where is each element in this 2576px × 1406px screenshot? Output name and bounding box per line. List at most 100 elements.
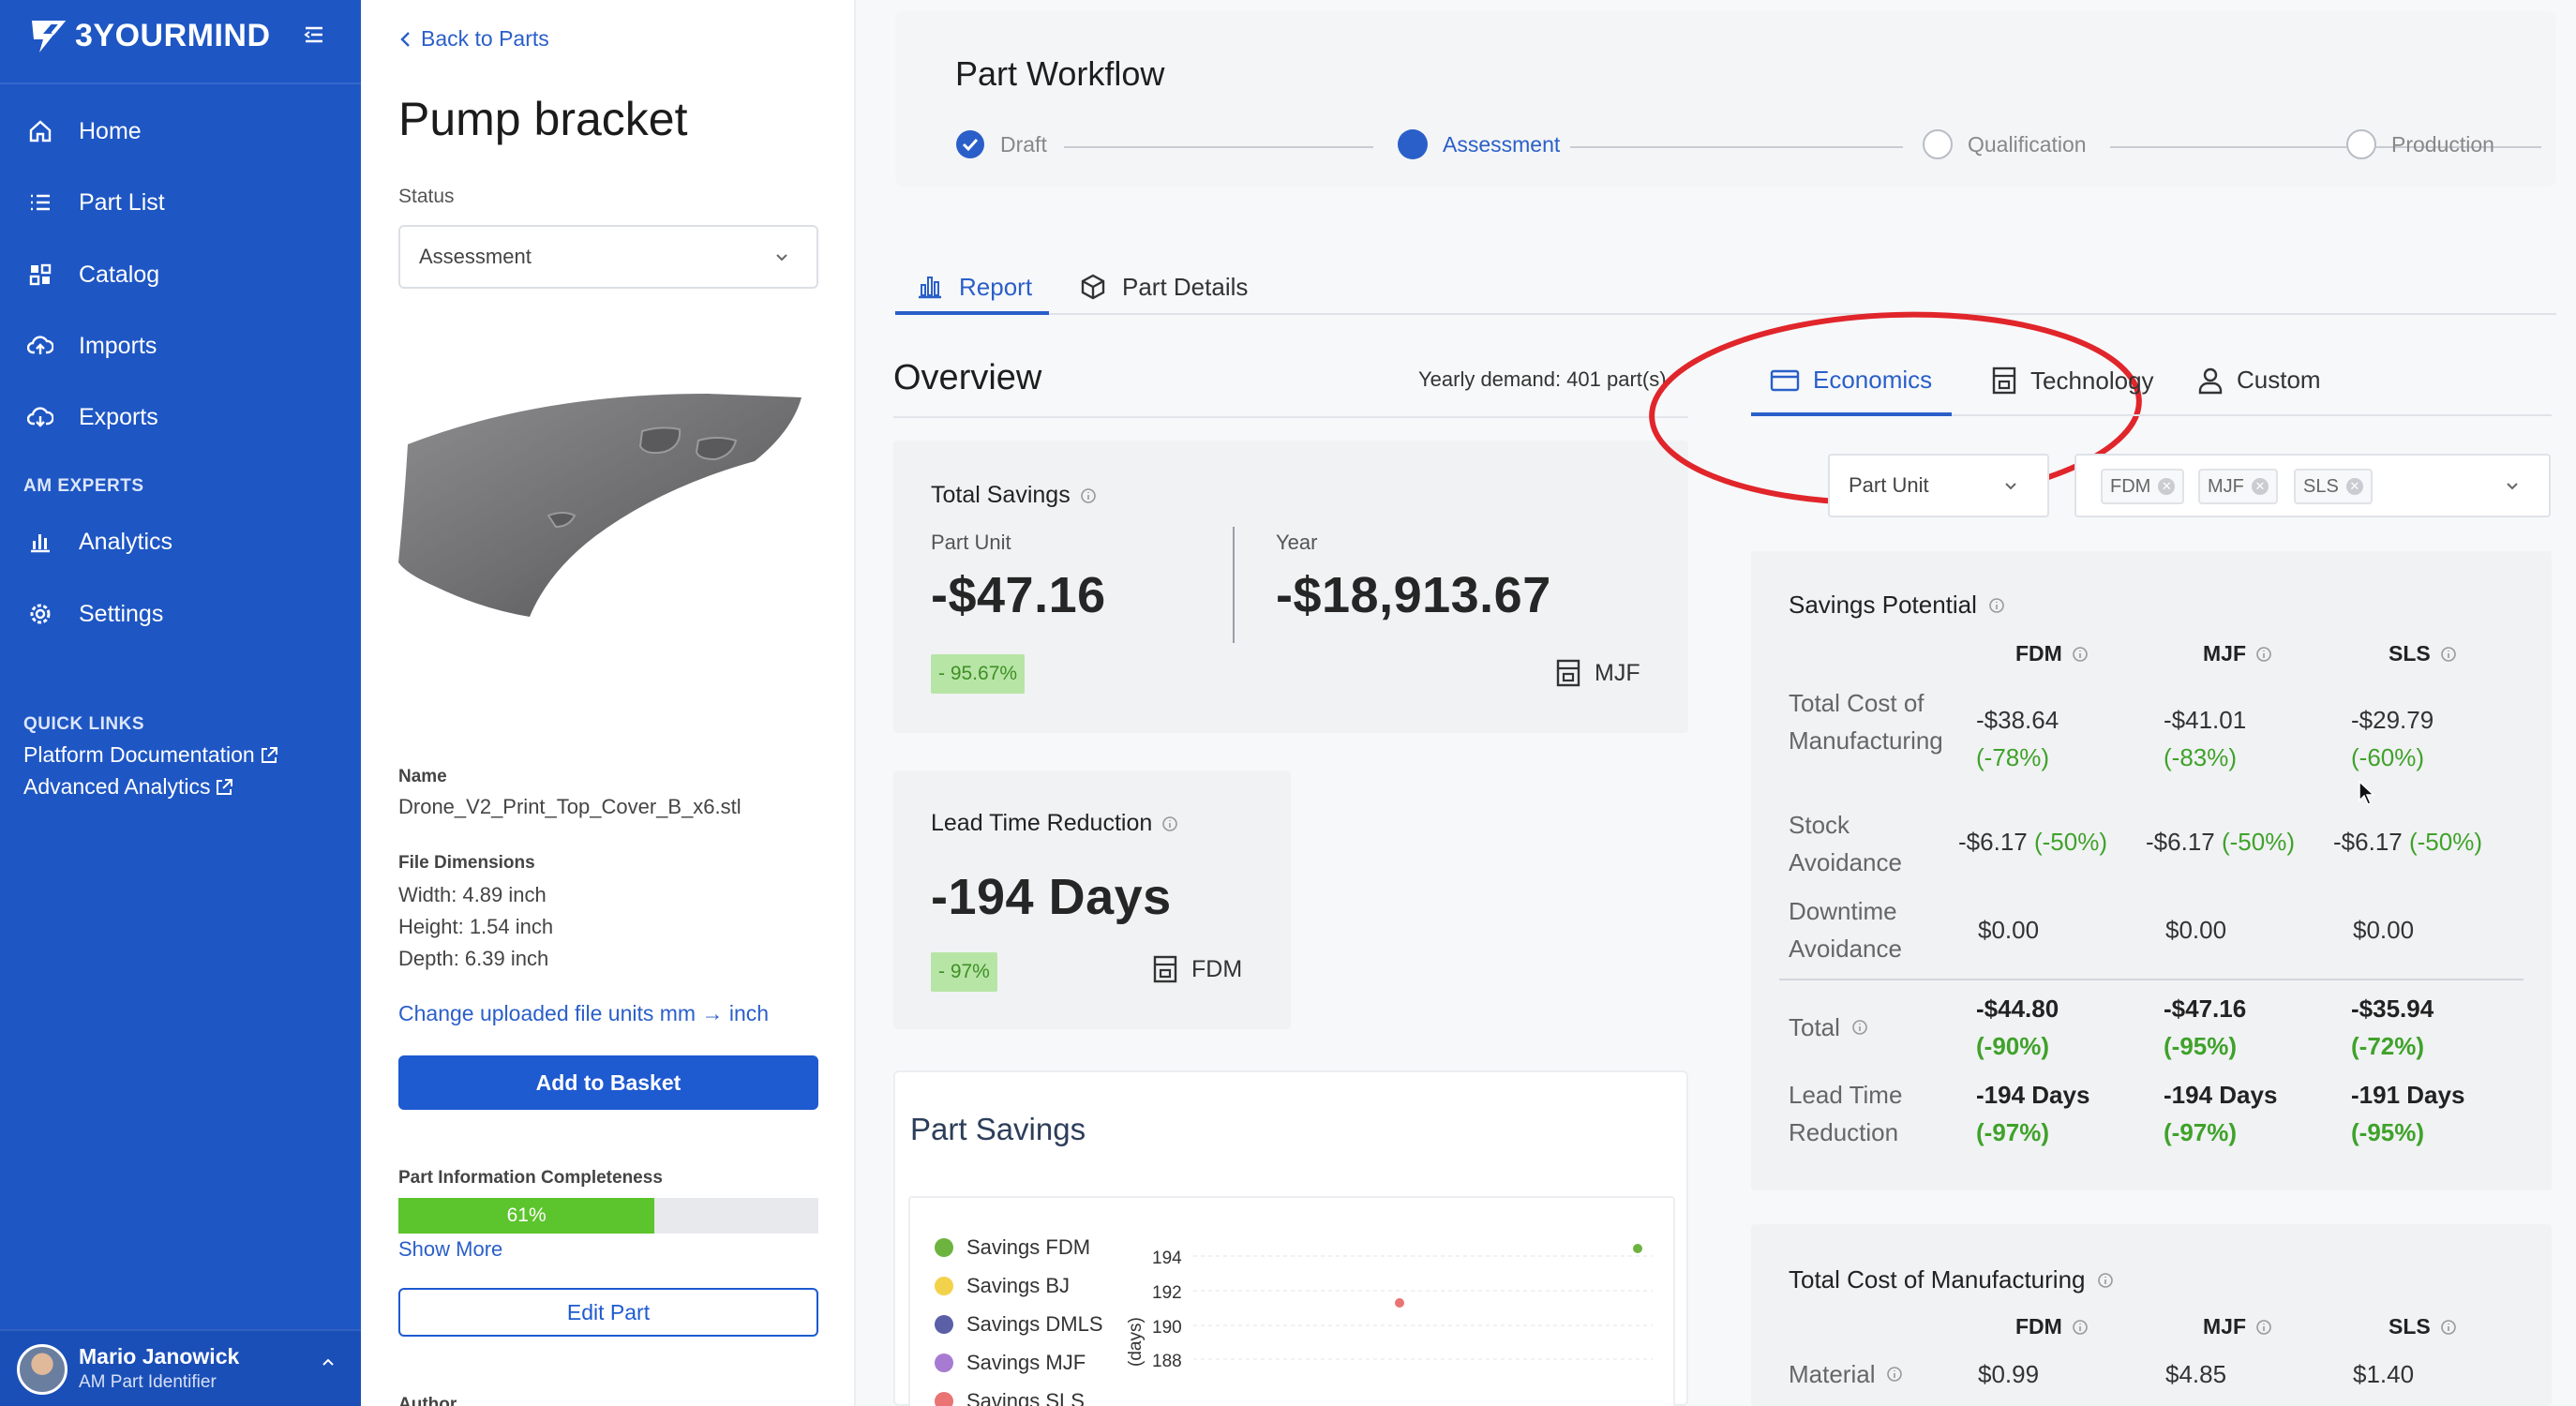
- workflow-card: Part Workflow Draft Assessment Qualifica…: [895, 11, 2556, 187]
- cell-total-sls: -$35.94 (-72%): [2351, 990, 2434, 1065]
- y-axis-label: (days): [1128, 1317, 1146, 1367]
- info-icon[interactable]: [2440, 1319, 2457, 1336]
- quick-link-label: Advanced Analytics: [23, 774, 211, 799]
- column-header-label: SLS: [2389, 641, 2431, 666]
- unit-select[interactable]: Part Unit: [1828, 454, 2049, 517]
- chip-fdm[interactable]: FDM ✕: [2101, 469, 2185, 504]
- sidebar-item-home[interactable]: Home: [26, 111, 142, 152]
- tab-technology[interactable]: Technology: [1991, 366, 2154, 396]
- sidebar-item-part-list[interactable]: Part List: [26, 182, 165, 223]
- workflow-step-qualification[interactable]: Qualification: [1923, 129, 2087, 159]
- chevron-up-icon: [322, 1358, 334, 1366]
- info-icon[interactable]: [1886, 1366, 1903, 1383]
- cell-value: -$35.94: [2351, 995, 2434, 1023]
- cell-total-mjf: -$47.16 (-95%): [2164, 990, 2246, 1065]
- tab-part-details[interactable]: Part Details: [1079, 266, 1248, 307]
- data-point-fdm[interactable]: [1633, 1244, 1642, 1253]
- section-label-quick-links: QUICK LINKS: [23, 714, 144, 734]
- sidebar-item-settings[interactable]: Settings: [26, 593, 163, 635]
- column-header-label: FDM: [2015, 641, 2062, 666]
- author-label: Author: [398, 1395, 457, 1406]
- info-icon[interactable]: [2072, 646, 2089, 663]
- external-link-icon: [261, 746, 277, 763]
- row-label-material: Material: [1789, 1355, 1948, 1393]
- legend-item-sls[interactable]: Savings SLS: [935, 1389, 1085, 1406]
- part-3d-preview[interactable]: [398, 375, 830, 628]
- quick-link-platform-documentation[interactable]: Platform Documentation: [23, 742, 279, 768]
- back-label: Back to Parts: [421, 26, 549, 51]
- info-icon[interactable]: [1988, 597, 2005, 614]
- cell-downtime-sls: $0.00: [2353, 916, 2415, 944]
- sidebar-item-label: Imports: [79, 332, 157, 359]
- tab-economics[interactable]: Economics: [1770, 366, 1932, 395]
- value-divider: [1233, 527, 1235, 643]
- status-select[interactable]: Assessment: [398, 225, 818, 289]
- report-tabs: Report Part Details: [895, 255, 2556, 315]
- card-icon: [1770, 369, 1800, 391]
- data-point-sls[interactable]: [1395, 1298, 1404, 1308]
- user-menu[interactable]: Mario Janowick AM Part Identifier: [0, 1329, 361, 1406]
- change-units-link[interactable]: Change uploaded file units mm → inch: [398, 1001, 769, 1026]
- sidebar-item-analytics[interactable]: Analytics: [26, 521, 172, 562]
- pending-step-dot-icon: [2346, 129, 2376, 159]
- legend-label: Savings MJF: [966, 1351, 1086, 1374]
- info-icon[interactable]: [2440, 646, 2457, 663]
- info-icon[interactable]: [2097, 1272, 2114, 1289]
- info-icon[interactable]: [2255, 646, 2272, 663]
- pending-step-dot-icon: [1923, 129, 1953, 159]
- remove-chip-icon[interactable]: ✕: [2345, 478, 2363, 495]
- legend-item-bj[interactable]: Savings BJ: [935, 1274, 1070, 1298]
- table-divider: [1779, 979, 2524, 980]
- info-icon[interactable]: [1080, 487, 1097, 504]
- cell-total-fdm: -$44.80 (-90%): [1976, 990, 2059, 1065]
- cell-downtime-mjf: $0.00: [2165, 916, 2227, 944]
- column-header-fdm: FDM: [2015, 1314, 2089, 1339]
- back-to-parts-link[interactable]: Back to Parts: [398, 26, 549, 52]
- workflow-step-label: Qualification: [1968, 131, 2087, 157]
- workflow-step-assessment[interactable]: Assessment: [1398, 129, 1560, 159]
- overview-title: Overview: [893, 358, 1042, 397]
- analytics-icon: [26, 528, 54, 556]
- sidebar-item-exports[interactable]: Exports: [26, 396, 158, 438]
- cell-lead-mjf: -194 Days (-97%): [2164, 1076, 2277, 1151]
- remove-chip-icon[interactable]: ✕: [2251, 478, 2269, 495]
- tab-report[interactable]: Report: [916, 266, 1032, 307]
- legend-item-mjf[interactable]: Savings MJF: [935, 1351, 1086, 1375]
- dimension-depth: Depth: 6.39 inch: [398, 947, 549, 970]
- sidebar: 3YOURMIND Home Part List Catalog Imports…: [0, 0, 361, 1406]
- chip-sls[interactable]: SLS ✕: [2294, 469, 2373, 504]
- cell-percent: (-95%): [2351, 1118, 2425, 1146]
- legend-item-dmls[interactable]: Savings DMLS: [935, 1312, 1103, 1337]
- column-header-label: FDM: [2015, 1314, 2062, 1339]
- name-label: Name: [398, 767, 447, 786]
- remove-chip-icon[interactable]: ✕: [2158, 478, 2176, 495]
- chevron-down-icon: [2507, 483, 2518, 490]
- add-to-basket-button[interactable]: Add to Basket: [398, 1055, 818, 1110]
- chip-label: FDM: [2110, 475, 2151, 497]
- scatter-plot: 194 192 190 188 (days): [1128, 1244, 1653, 1371]
- show-more-link[interactable]: Show More: [398, 1237, 502, 1262]
- chip-mjf[interactable]: MJF ✕: [2198, 469, 2278, 504]
- collapse-sidebar-icon[interactable]: [302, 21, 330, 49]
- card-title-label: Total Savings: [931, 482, 1071, 508]
- info-icon[interactable]: [1161, 815, 1178, 832]
- part-unit-savings: -$47.16: [931, 567, 1106, 623]
- main-content: Part Workflow Draft Assessment Qualifica…: [856, 0, 2576, 1406]
- info-icon[interactable]: [2255, 1319, 2272, 1336]
- info-icon[interactable]: [2072, 1319, 2089, 1336]
- info-icon[interactable]: [1851, 1019, 1868, 1036]
- technology-multiselect[interactable]: FDM ✕ MJF ✕ SLS ✕: [2074, 454, 2551, 517]
- workflow-step-production[interactable]: Production: [2346, 129, 2494, 159]
- part-detail-panel: Back to Parts Pump bracket Status Assess…: [361, 0, 856, 1406]
- sidebar-item-imports[interactable]: Imports: [26, 325, 157, 366]
- tab-custom[interactable]: Custom: [2197, 366, 2321, 395]
- sidebar-item-catalog[interactable]: Catalog: [26, 254, 159, 295]
- quick-link-advanced-analytics[interactable]: Advanced Analytics: [23, 774, 234, 800]
- legend-item-fdm[interactable]: Savings FDM: [935, 1235, 1090, 1260]
- brand-logo[interactable]: 3YOURMIND: [26, 13, 271, 58]
- edit-part-button[interactable]: Edit Part: [398, 1288, 818, 1337]
- catalog-icon: [26, 261, 54, 289]
- workflow-step-draft[interactable]: Draft: [955, 129, 1047, 159]
- legend-label: Savings DMLS: [966, 1312, 1103, 1336]
- sidebar-item-label: Settings: [79, 600, 164, 627]
